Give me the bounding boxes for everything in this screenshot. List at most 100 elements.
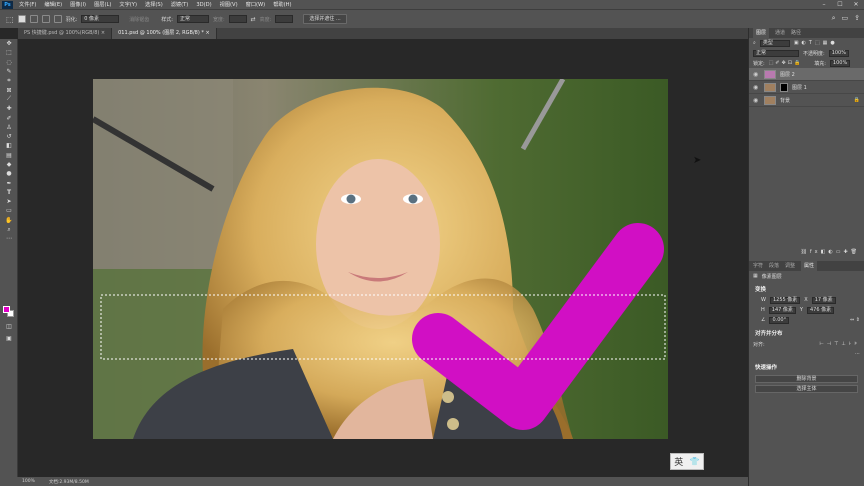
menu-select[interactable]: 选择(S) — [141, 1, 167, 8]
visibility-eye-icon[interactable]: ◉ — [753, 97, 760, 104]
width-label: 宽度: — [212, 16, 225, 23]
fill-label: 填充: — [814, 60, 826, 67]
type-tool-icon[interactable]: T — [0, 188, 18, 197]
transform-row-3: ∠ 0.00° ⇔ ⇕ — [749, 315, 864, 325]
options-bar: ⬚ 羽化: 0 像素 消除锯齿 样式: 正常 宽度: ⇄ 高度: 选择并遮住 .… — [0, 9, 864, 28]
menu-window[interactable]: 窗口(W) — [242, 1, 270, 8]
align-icons[interactable]: ⊢⊣⊤⊥⊦⊧ — [819, 341, 860, 347]
more-tools-icon[interactable]: ⋯ — [0, 234, 18, 243]
height-input[interactable] — [275, 15, 294, 23]
layer-footer-icons[interactable]: ⛓fx◧◐▭✚🗑 — [801, 249, 860, 255]
tab-011[interactable]: 011.psd @ 100% (图层 2, RGB/8) * × — [112, 28, 217, 39]
ime-indicator[interactable]: 英 👕 — [670, 453, 704, 470]
pen-tool-icon[interactable]: ✒ — [0, 178, 18, 187]
tab-properties[interactable]: 属性 — [801, 261, 818, 271]
marquee-tool-icon[interactable]: ⬚ — [0, 48, 18, 57]
y-input[interactable]: 476 像素 — [806, 306, 835, 314]
workspace-icon[interactable]: ▭ — [842, 14, 849, 23]
maximize-icon[interactable]: ☐ — [832, 0, 848, 9]
quick-select-tool-icon[interactable]: ✎ — [0, 67, 18, 76]
quick-mask-icon[interactable]: ◫ — [0, 322, 18, 331]
select-and-mask-button[interactable]: 选择并遮住 ... — [303, 14, 347, 24]
remove-background-button[interactable]: 删除背景 — [755, 375, 858, 383]
tab-paragraph[interactable]: 段落 — [769, 261, 779, 271]
opacity-input[interactable]: 100% — [828, 49, 849, 57]
menu-type[interactable]: 文字(Y) — [115, 1, 141, 8]
swap-icon[interactable]: ⇄ — [251, 16, 256, 23]
tab-paths[interactable]: 路径 — [791, 28, 801, 38]
menu-3d[interactable]: 3D(D) — [192, 2, 215, 8]
close-icon[interactable]: ✕ — [848, 0, 864, 9]
tab-channels[interactable]: 通道 — [775, 28, 785, 38]
width-input[interactable] — [228, 15, 247, 23]
shape-tool-icon[interactable]: ▭ — [0, 206, 18, 215]
subtract-selection-icon[interactable] — [41, 15, 50, 23]
w-input[interactable]: 1255 像素 — [769, 296, 801, 304]
tab-character[interactable]: 字符 — [753, 261, 763, 271]
feather-input[interactable]: 0 像素 — [81, 15, 120, 23]
fill-input[interactable]: 100% — [829, 59, 851, 67]
x-input[interactable]: 17 像素 — [811, 296, 836, 304]
tab-layers[interactable]: 图层 — [753, 28, 770, 38]
tab-adjustments[interactable]: 调整 — [785, 261, 795, 271]
move-tool-icon[interactable]: ✥ — [0, 39, 18, 48]
layer-row-2[interactable]: ◉ 图层 2 — [749, 68, 864, 81]
menu-file[interactable]: 文件(F) — [15, 1, 40, 8]
document-canvas[interactable] — [93, 79, 668, 439]
minimize-icon[interactable]: – — [816, 0, 832, 9]
shirt-icon: 👕 — [689, 457, 700, 466]
menu-view[interactable]: 视图(V) — [216, 1, 242, 8]
visibility-eye-icon[interactable]: ◉ — [753, 84, 760, 91]
menu-filter[interactable]: 滤镜(T) — [167, 1, 193, 8]
menu-help[interactable]: 帮助(H) — [269, 1, 295, 8]
kind-filter-select[interactable]: 类型 — [759, 39, 790, 47]
hand-tool-icon[interactable]: ✋ — [0, 216, 18, 225]
lasso-tool-icon[interactable]: ◌ — [0, 58, 18, 67]
zoom-tool-icon[interactable]: ⌕ — [0, 225, 18, 234]
search-icon[interactable]: ⌕ — [832, 14, 836, 23]
marquee-tool-icon[interactable]: ⬚ — [6, 15, 14, 24]
filter-icons[interactable]: ▣◐T⬚▦● — [794, 40, 838, 46]
menu-edit[interactable]: 编辑(E) — [40, 1, 66, 8]
screen-mode-icon[interactable]: ▣ — [0, 334, 18, 343]
select-subject-button[interactable]: 选择主体 — [755, 385, 858, 393]
layer-mask-thumbnail — [780, 82, 788, 92]
h-input[interactable]: 147 像素 — [768, 306, 796, 314]
tab-ps-shortcut[interactable]: PS 快捷键.psd @ 100%(RGB/8) × — [18, 28, 113, 39]
menu-image[interactable]: 图像(I) — [66, 1, 90, 8]
layer-row-1[interactable]: ◉ 图层 1 — [749, 81, 864, 94]
opacity-label: 不透明度: — [803, 50, 825, 57]
angle-input[interactable]: 0.00° — [769, 316, 790, 324]
blur-tool-icon[interactable]: ◆ — [0, 160, 18, 169]
gradient-tool-icon[interactable]: ▤ — [0, 151, 18, 160]
doc-size: 文档:2.93M/8.50M — [48, 479, 89, 485]
dodge-tool-icon[interactable]: ● — [0, 169, 18, 178]
zoom-level[interactable]: 100% — [22, 479, 35, 484]
blend-mode-select[interactable]: 正常 — [753, 49, 799, 57]
height-label: 高度: — [259, 16, 272, 23]
style-select[interactable]: 正常 — [176, 15, 209, 23]
crop-tool-icon[interactable]: ⌗ — [0, 76, 18, 85]
eraser-tool-icon[interactable]: ◧ — [0, 141, 18, 150]
flip-icons[interactable]: ⇔ ⇕ — [850, 317, 860, 323]
history-brush-tool-icon[interactable]: ↺ — [0, 132, 18, 141]
stamp-tool-icon[interactable]: ♙ — [0, 123, 18, 132]
w-label: W — [761, 297, 766, 303]
more-icon[interactable]: ⋯ — [855, 351, 860, 357]
share-icon[interactable]: ⇪ — [854, 14, 860, 23]
new-selection-icon[interactable] — [17, 15, 26, 23]
frame-tool-icon[interactable]: ⊠ — [0, 85, 18, 94]
brush-tool-icon[interactable]: ✐ — [0, 113, 18, 122]
healing-tool-icon[interactable]: ✚ — [0, 104, 18, 113]
layer-row-background[interactable]: ◉ 背景 🔒 — [749, 94, 864, 107]
eyedropper-tool-icon[interactable]: ⟋ — [0, 95, 18, 104]
antialias-checkbox[interactable]: 消除锯齿 — [129, 16, 149, 23]
visibility-eye-icon[interactable]: ◉ — [753, 71, 760, 78]
lock-icons[interactable]: ⬚✐✥⊡🔒 — [769, 60, 803, 66]
mouse-cursor-icon: ➤ — [693, 155, 702, 166]
path-select-tool-icon[interactable]: ➤ — [0, 197, 18, 206]
foreground-color-swatch[interactable] — [3, 306, 10, 313]
add-selection-icon[interactable] — [29, 15, 38, 23]
intersect-selection-icon[interactable] — [53, 15, 62, 23]
menu-layer[interactable]: 图层(L) — [90, 1, 115, 8]
